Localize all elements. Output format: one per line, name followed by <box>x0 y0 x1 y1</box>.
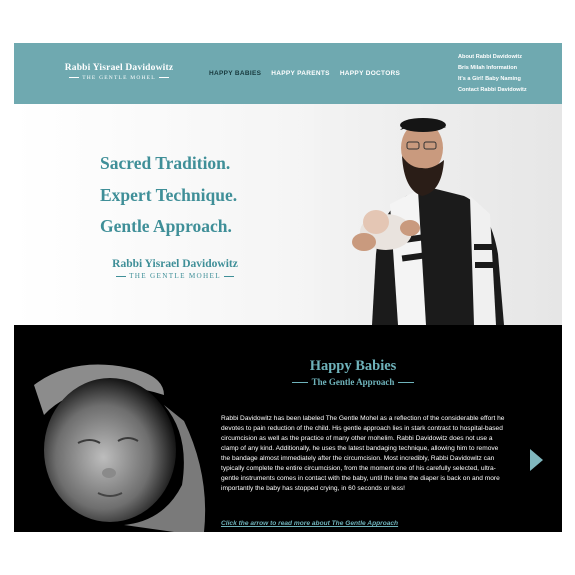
hero-tagline: Sacred Tradition. Expert Technique. Gent… <box>100 148 237 243</box>
secondary-nav: About Rabbi Davidowitz Bris Milah Inform… <box>458 52 527 96</box>
page-frame: Rabbi Yisrael Davidowitz THE GENTLE MOHE… <box>14 43 562 532</box>
site-header: Rabbi Yisrael Davidowitz THE GENTLE MOHE… <box>14 43 562 104</box>
section-title: Happy Babies <box>309 358 397 374</box>
divider-line <box>158 77 169 79</box>
section-subtitle-text: The Gentle Approach <box>311 377 395 387</box>
logo-subtitle: THE GENTLE MOHEL <box>44 75 194 81</box>
nav-happy-parents[interactable]: HAPPY PARENTS <box>271 70 330 77</box>
divider-line <box>223 275 234 277</box>
divider-line <box>398 382 415 384</box>
divider-line <box>69 77 80 79</box>
nav-bris-milah-info[interactable]: Bris Milah Information <box>458 63 527 74</box>
tagline-line: Sacred Tradition. <box>100 153 231 173</box>
site-logo[interactable]: Rabbi Yisrael Davidowitz THE GENTLE MOHE… <box>44 63 194 81</box>
tagline-line: Expert Technique. <box>100 184 238 205</box>
section-subtitle: The Gentle Approach <box>228 377 478 387</box>
tagline-line: Gentle Approach. <box>100 216 232 236</box>
rabbi-holding-baby-photo <box>314 104 562 325</box>
hero-name: Rabbi Yisrael Davidowitz <box>112 258 238 270</box>
logo-name: Rabbi Yisrael Davidowitz <box>64 63 174 73</box>
read-more-link[interactable]: Click the arrow to read more about The G… <box>221 520 398 527</box>
nav-happy-babies[interactable]: HAPPY BABIES <box>209 70 261 77</box>
happy-babies-section: Happy Babies The Gentle Approach Rabbi D… <box>14 325 562 532</box>
hero-subtitle-text: THE GENTLE MOHEL <box>129 272 221 280</box>
hero-subtitle: THE GENTLE MOHEL <box>100 272 250 280</box>
hero-signature: Rabbi Yisrael Davidowitz THE GENTLE MOHE… <box>100 258 250 280</box>
divider-line <box>291 382 308 384</box>
section-body-text: Rabbi Davidowitz has been labeled The Ge… <box>221 415 505 493</box>
sleeping-baby-photo <box>14 325 214 532</box>
divider-line <box>116 275 127 277</box>
nav-about[interactable]: About Rabbi Davidowitz <box>458 52 527 63</box>
nav-contact[interactable]: Contact Rabbi Davidowitz <box>458 85 527 96</box>
next-arrow-icon[interactable] <box>530 449 543 471</box>
nav-happy-doctors[interactable]: HAPPY DOCTORS <box>340 70 400 77</box>
nav-baby-naming[interactable]: It's a Girl! Baby Naming <box>458 74 527 85</box>
main-nav: HAPPY BABIES HAPPY PARENTS HAPPY DOCTORS <box>209 70 400 77</box>
hero-banner: Sacred Tradition. Expert Technique. Gent… <box>14 104 562 325</box>
logo-subtitle-text: THE GENTLE MOHEL <box>82 75 156 81</box>
